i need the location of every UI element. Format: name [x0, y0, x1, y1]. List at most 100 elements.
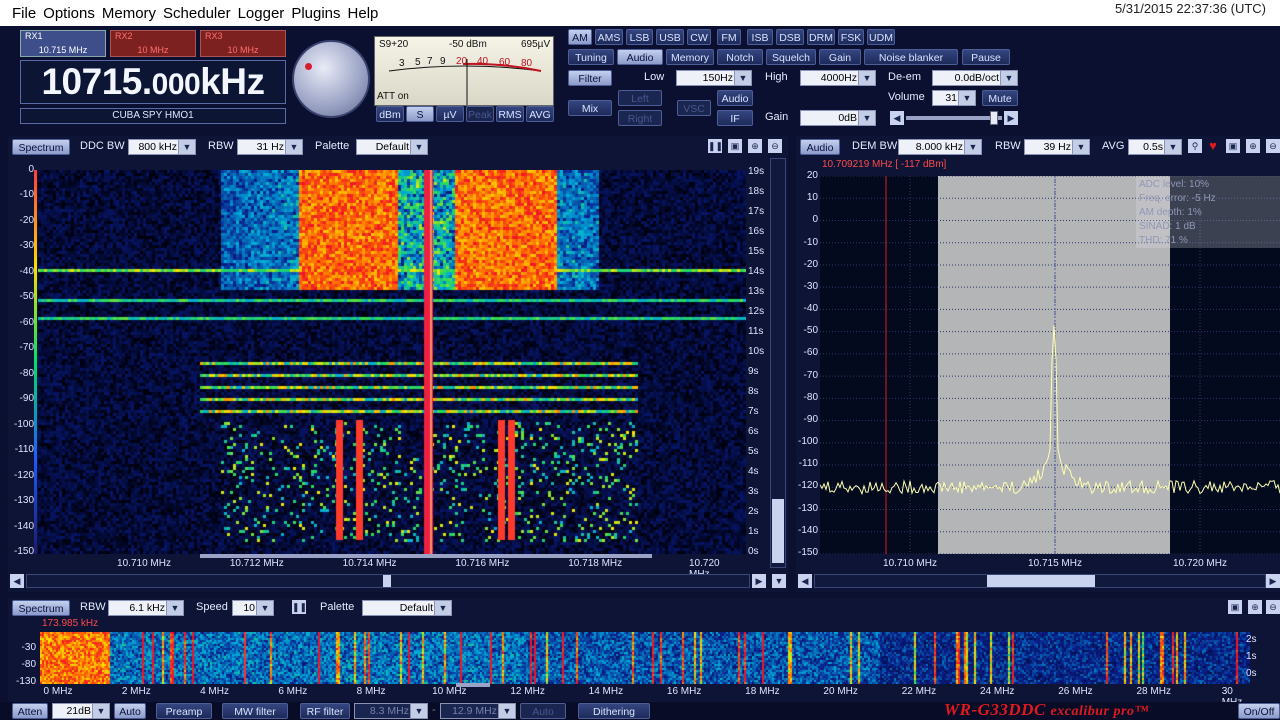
low-select[interactable]: 150Hz	[676, 70, 752, 86]
dithering-button[interactable]: Dithering	[578, 703, 650, 719]
ddc-spectrum-button[interactable]: Spectrum	[12, 139, 70, 155]
tab-notch[interactable]: Notch	[717, 49, 763, 65]
ddc-scroll-left-icon[interactable]: ◀	[10, 574, 24, 588]
tuning-knob-icon[interactable]	[292, 40, 370, 118]
audio-hscroll-thumb[interactable]	[987, 575, 1095, 587]
avg-select[interactable]: 0.5s	[1128, 139, 1182, 155]
preamp-button[interactable]: Preamp	[156, 703, 212, 719]
wb-spectrum-button[interactable]: Spectrum	[12, 600, 70, 616]
mode-drm-button[interactable]: DRM	[807, 29, 835, 45]
wideband-waterfall[interactable]	[40, 632, 1250, 684]
audio-scroll-left-icon[interactable]: ◀	[798, 574, 812, 588]
mode-cw-button[interactable]: CW	[687, 29, 711, 45]
ddc-save-icon[interactable]: ▣	[728, 139, 742, 153]
meter-s-button[interactable]: S	[406, 106, 434, 122]
tab-gain[interactable]: Gain	[819, 49, 861, 65]
left-button[interactable]: Left	[618, 90, 662, 106]
menu-file[interactable]: File	[0, 5, 43, 22]
mode-udm-button[interactable]: UDM	[867, 29, 895, 45]
atten-button[interactable]: Atten	[12, 703, 48, 719]
ddc-scroll-down-icon[interactable]: ▼	[772, 574, 786, 588]
menu-help[interactable]: Help	[348, 5, 386, 22]
audio-zoom-in-icon[interactable]: ⊕	[1246, 139, 1260, 153]
wb-zoom-in-icon[interactable]: ⊕	[1248, 600, 1262, 614]
wb-save-icon[interactable]: ▣	[1228, 600, 1242, 614]
meter-dbm-button[interactable]: dBm	[376, 106, 404, 122]
audio-hscroll[interactable]	[814, 574, 1266, 588]
menu-memory[interactable]: Memory	[102, 5, 163, 22]
meter-peak-button[interactable]: Peak	[466, 106, 494, 122]
right-button[interactable]: Right	[618, 110, 662, 126]
on-off-button[interactable]: On/Off	[1238, 703, 1280, 719]
ddc-rbw-select[interactable]: 31 Hz	[237, 139, 303, 155]
mute-button[interactable]: Mute	[982, 90, 1018, 106]
ddc-pause-icon[interactable]: ❚❚	[708, 139, 723, 153]
mode-isb-button[interactable]: ISB	[747, 29, 773, 45]
dem-bw-select[interactable]: 8.000 kHz	[898, 139, 982, 155]
tab-memory[interactable]: Memory	[666, 49, 714, 65]
ddc-palette-select[interactable]: Default	[356, 139, 428, 155]
wb-pause-icon[interactable]: ❚❚	[292, 600, 307, 614]
rf-high-select[interactable]: 12.9 MHz	[440, 703, 516, 719]
audio-source-button[interactable]: Audio	[717, 90, 753, 106]
mode-am-button[interactable]: AM	[568, 29, 592, 45]
high-select[interactable]: 4000Hz	[800, 70, 876, 86]
audio-lock-icon[interactable]: ⚲	[1188, 139, 1202, 153]
frequency-display[interactable]: 10715.000kHz	[20, 60, 286, 104]
wb-zoom-out-icon[interactable]: ⊖	[1266, 600, 1280, 614]
mode-usb-button[interactable]: USB	[656, 29, 684, 45]
audio-save-icon[interactable]: ▣	[1226, 139, 1240, 153]
mode-ams-button[interactable]: AMS	[595, 29, 623, 45]
ddc-vertical-scrollbar[interactable]	[770, 158, 786, 568]
ddc-hscroll-thumb[interactable]	[383, 575, 391, 587]
volume-slider[interactable]	[906, 116, 1002, 120]
ddc-waterfall[interactable]	[38, 170, 746, 554]
gain-select[interactable]: 0dB	[800, 110, 876, 126]
tab-noise-blanker[interactable]: Noise blanker	[864, 49, 958, 65]
audio-rbw-select[interactable]: 39 Hz	[1024, 139, 1090, 155]
mode-dsb-button[interactable]: DSB	[776, 29, 804, 45]
audio-spectrum-button[interactable]: Audio	[800, 139, 840, 155]
ddc-hscroll[interactable]	[26, 574, 750, 588]
volume-select[interactable]: 31	[932, 90, 976, 106]
filter-button[interactable]: Filter	[568, 70, 612, 86]
rf-auto-button[interactable]: Auto	[520, 703, 566, 719]
audio-zoom-out-icon[interactable]: ⊖	[1266, 139, 1280, 153]
volume-right-icon[interactable]: ▶	[1004, 111, 1018, 125]
wb-palette-select[interactable]: Default	[362, 600, 452, 616]
menu-logger[interactable]: Logger	[238, 5, 292, 22]
volume-slider-handle[interactable]	[990, 111, 998, 125]
rx1-tab[interactable]: RX1 10.715 MHz	[20, 30, 106, 57]
tab-squelch[interactable]: Squelch	[766, 49, 816, 65]
mode-fm-button[interactable]: FM	[717, 29, 741, 45]
menu-options[interactable]: Options	[43, 5, 102, 22]
mode-fsk-button[interactable]: FSK	[838, 29, 864, 45]
meter-rms-button[interactable]: RMS	[496, 106, 524, 122]
rf-low-select[interactable]: 8.3 MHz	[354, 703, 428, 719]
wb-rbw-select[interactable]: 6.1 kHz	[108, 600, 184, 616]
ddc-scroll-right-icon[interactable]: ▶	[752, 574, 766, 588]
if-button[interactable]: IF	[717, 110, 753, 126]
ddc-zoom-out-icon[interactable]: ⊖	[768, 139, 782, 153]
ddc-bw-select[interactable]: 800 kHz	[128, 139, 196, 155]
tab-pause[interactable]: Pause	[962, 49, 1010, 65]
rx3-tab[interactable]: RX3 10 MHz	[200, 30, 286, 57]
rx2-tab[interactable]: RX2 10 MHz	[110, 30, 196, 57]
tab-audio[interactable]: Audio	[617, 49, 663, 65]
station-name[interactable]: CUBA SPY HMO1	[20, 108, 286, 124]
meter-uv-button[interactable]: µV	[436, 106, 464, 122]
menu-scheduler[interactable]: Scheduler	[163, 5, 238, 22]
menu-plugins[interactable]: Plugins	[291, 5, 347, 22]
tab-tuning[interactable]: Tuning	[568, 49, 614, 65]
deem-select[interactable]: 0.0dB/oct	[932, 70, 1018, 86]
ddc-vertical-thumb[interactable]	[772, 499, 784, 563]
meter-avg-button[interactable]: AVG	[526, 106, 554, 122]
mode-lsb-button[interactable]: LSB	[626, 29, 653, 45]
mw-filter-button[interactable]: MW filter	[222, 703, 288, 719]
atten-auto-button[interactable]: Auto	[114, 703, 146, 719]
ddc-zoom-in-icon[interactable]: ⊕	[748, 139, 762, 153]
audio-heart-icon[interactable]: ♥	[1206, 139, 1220, 153]
rf-filter-button[interactable]: RF filter	[300, 703, 350, 719]
audio-scroll-right-icon[interactable]: ▶	[1266, 574, 1280, 588]
atten-select[interactable]: 21dB	[52, 703, 110, 719]
